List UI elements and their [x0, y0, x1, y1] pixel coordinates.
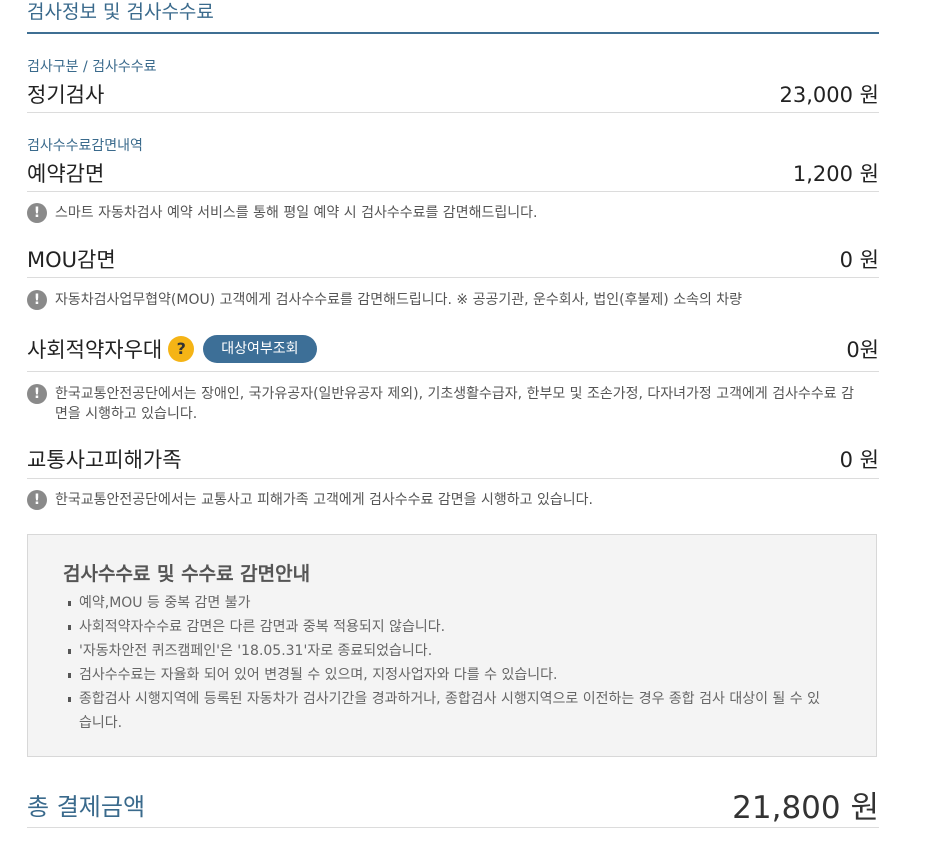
reservation-discount-label: 예약감면 [27, 162, 105, 186]
social-discount-note: ! 한국교통안전공단에서는 장애인, 국가유공자(일반유공자 제외), 기초생활… [27, 384, 879, 424]
guide-item: 사회적약자수수료 감면은 다른 감면과 중복 적용되지 않습니다. [66, 615, 826, 639]
mou-discount-row: MOU감면 0 원 [27, 240, 879, 278]
discount-block: 검사수수료감면내역 예약감면 1,200 원 [27, 137, 879, 192]
social-discount-amount: 0원 [846, 337, 879, 362]
fee-guide-box: 검사수수료 및 수수료 감면안내 예약,MOU 등 중복 감면 불가 사회적약자… [27, 534, 877, 757]
inspection-type: 정기검사 [27, 83, 105, 107]
guide-item: '자동차안전 퀴즈캠페인'은 '18.05.31'자로 종료되었습니다. [66, 639, 826, 663]
inspection-fee: 23,000 원 [779, 83, 879, 107]
reservation-discount-amount: 1,200 원 [792, 162, 879, 186]
guide-item: 예약,MOU 등 중복 감면 불가 [66, 591, 826, 615]
total-row: 총 결제금액 21,800 원 [27, 782, 879, 828]
accident-discount-amount: 0 원 [839, 448, 879, 472]
warning-icon: ! [27, 490, 47, 510]
mou-discount-amount: 0 원 [839, 247, 879, 272]
warning-icon: ! [27, 384, 47, 404]
help-icon[interactable]: ? [168, 335, 195, 362]
guide-item: 검사수수료는 자율화 되어 있어 변경될 수 있으며, 지정사업자와 다를 수 … [66, 663, 826, 687]
guide-item: 종합검사 시행지역에 등록된 자동차가 검사기간을 경과하거나, 종합검사 시행… [66, 687, 826, 735]
fee-info-section: 검사정보 및 검사수수료 검사구분 / 검사수수료 정기검사 23,000 원 … [27, 0, 879, 828]
inspection-category-label: 검사구분 / 검사수수료 [27, 59, 157, 75]
accident-discount-row: 교통사고피해가족 0 원 [27, 440, 879, 479]
accident-discount-note: ! 한국교통안전공단에서는 교통사고 피해가족 고객에게 검사수수료 감면을 시… [27, 490, 879, 510]
guide-list: 예약,MOU 등 중복 감면 불가 사회적약자수수료 감면은 다른 감면과 중복… [66, 591, 826, 735]
accident-note-text: 한국교통안전공단에서는 교통사고 피해가족 고객에게 검사수수료 감면을 시행하… [55, 492, 593, 508]
accident-discount-label: 교통사고피해가족 [27, 448, 182, 472]
social-discount-row: 사회적약자우대 ? 대상여부조회 0원 [27, 326, 879, 372]
social-discount-label-group: 사회적약자우대 ? 대상여부조회 [27, 334, 317, 364]
warning-icon: ! [27, 290, 47, 310]
mou-discount-label: MOU감면 [27, 247, 116, 272]
reservation-note-text: 스마트 자동차검사 예약 서비스를 통해 평일 예약 시 검사수수료를 감면해드… [55, 205, 538, 221]
social-discount-label: 사회적약자우대 [27, 337, 163, 362]
social-note-text: 한국교통안전공단에서는 장애인, 국가유공자(일반유공자 제외), 기초생활수급… [55, 386, 854, 422]
eligibility-lookup-button[interactable]: 대상여부조회 [203, 334, 317, 363]
reservation-discount-row: 예약감면 1,200 원 [27, 155, 879, 192]
reservation-discount-note: ! 스마트 자동차검사 예약 서비스를 통해 평일 예약 시 검사수수료를 감면… [27, 203, 879, 223]
mou-discount-note: ! 자동차검사업무협약(MOU) 고객에게 검사수수료를 감면해드립니다. ※ … [27, 290, 879, 310]
mou-note-text: 자동차검사업무협약(MOU) 고객에게 검사수수료를 감면해드립니다. ※ 공공… [55, 292, 743, 308]
inspection-block: 검사구분 / 검사수수료 정기검사 23,000 원 [27, 58, 879, 113]
warning-icon: ! [27, 203, 47, 223]
guide-title: 검사수수료 및 수수료 감면안내 [63, 563, 311, 585]
inspection-row: 정기검사 23,000 원 [27, 76, 879, 113]
total-label: 총 결제금액 [27, 793, 146, 821]
total-amount: 21,800 원 [732, 790, 879, 826]
section-title: 검사정보 및 검사수수료 [27, 0, 879, 34]
discount-category-label: 검사수수료감면내역 [27, 138, 143, 154]
